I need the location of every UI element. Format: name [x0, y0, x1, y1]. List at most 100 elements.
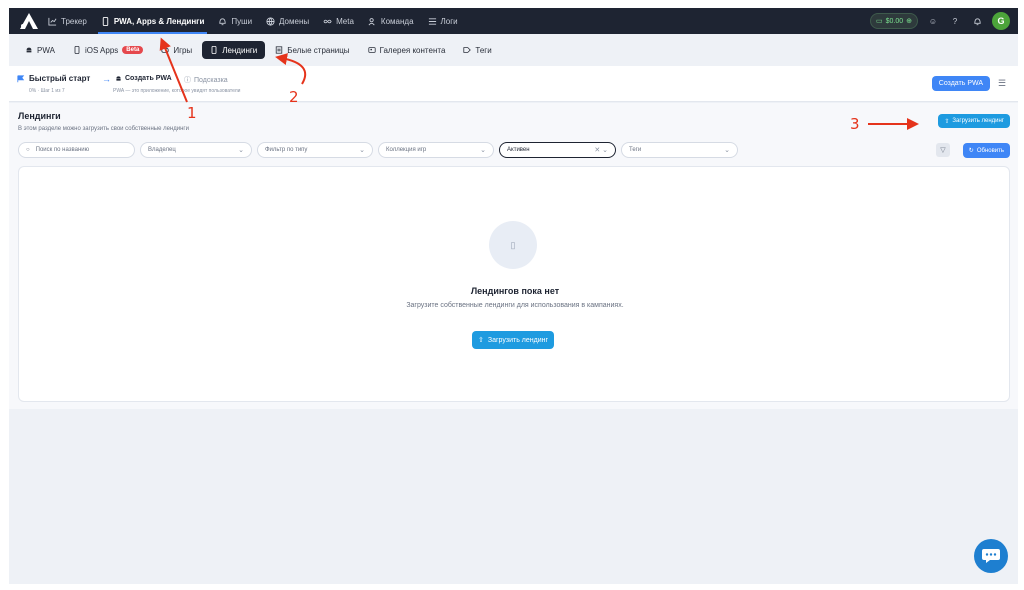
document-icon: ▯: [489, 221, 537, 269]
phone-icon: [74, 46, 80, 54]
quick-start-title[interactable]: Быстрый старт: [17, 74, 90, 83]
step-label: Создать PWA: [125, 75, 172, 82]
help-icon[interactable]: ?: [948, 14, 962, 28]
upload-label: Загрузить лендинг: [487, 336, 549, 344]
nav-item-pwa-apps-landings[interactable]: PWA, Apps & Лендинги: [94, 8, 212, 34]
status-select[interactable]: Активен ✕ ⌄: [499, 142, 616, 158]
app-logo[interactable]: [17, 11, 41, 31]
gamepad-icon: [161, 48, 169, 53]
nav-item-label: Логи: [440, 16, 458, 26]
owner-select[interactable]: Владелец ⌄: [140, 142, 252, 158]
refresh-button[interactable]: ↻ Обновить: [962, 143, 1010, 158]
landings-section: Лендинги В этом разделе можно загрузить …: [9, 103, 1018, 409]
owner-label: Владелец: [148, 147, 176, 153]
nav-item-meta[interactable]: Meta: [316, 8, 361, 34]
nav-item-label: Команда: [380, 16, 414, 26]
annotation-number-2: 2: [289, 88, 299, 106]
infinity-icon: [323, 19, 332, 23]
sub-navigation: PWA iOS Apps Beta Игры Лендинги Белые ст…: [9, 34, 1018, 66]
android-icon: [26, 47, 32, 53]
bell-icon: [219, 17, 227, 25]
notifications-icon[interactable]: [970, 14, 984, 28]
nav-item-tracker[interactable]: Трекер: [41, 8, 94, 34]
subnav-label: Игры: [173, 45, 193, 55]
tags-select[interactable]: Теги ⌄: [621, 142, 738, 158]
collection-label: Коллекция игр: [386, 147, 427, 153]
filter-icon[interactable]: ▽: [936, 143, 950, 157]
subnav-label: Лендинги: [222, 45, 258, 55]
page-icon: [276, 46, 283, 54]
gallery-icon: [367, 47, 376, 53]
subnav-item-tags[interactable]: Теги: [455, 41, 499, 59]
arrow-right-icon: →: [102, 74, 111, 84]
balance-badge[interactable]: ▭ $0.00 ⊕: [869, 13, 918, 29]
nav-item-label: Трекер: [61, 16, 87, 26]
refresh-icon: ↻: [968, 148, 974, 154]
upload-landing-button[interactable]: ⇧ Загрузить лендинг: [938, 114, 1010, 128]
page-title: Лендинги: [18, 111, 61, 121]
empty-upload-landing-button[interactable]: ⇧ Загрузить лендинг: [472, 331, 555, 349]
add-funds-icon[interactable]: ⊕: [906, 17, 912, 25]
top-navigation: Трекер PWA, Apps & Лендинги Пуши Домены …: [9, 8, 1018, 34]
status-value: Активен: [507, 147, 530, 153]
upload-icon: ⇧: [478, 337, 484, 344]
quick-start-description: PWA — это приложение, которое увидят пол…: [113, 88, 241, 94]
menu-icon[interactable]: ☰: [998, 78, 1008, 88]
subnav-item-white-pages[interactable]: Белые страницы: [267, 41, 357, 59]
subnav-item-content-gallery[interactable]: Галерея контента: [360, 41, 454, 59]
subnav-item-pwa[interactable]: PWA: [17, 41, 63, 59]
type-filter-label: Фильтр по типу: [265, 147, 308, 153]
nav-item-team[interactable]: Команда: [361, 8, 421, 34]
chat-bubble-icon: [982, 549, 1000, 563]
filters-bar: ○ Поиск по названию Владелец ⌄ Фильтр по…: [18, 142, 738, 158]
chat-support-button[interactable]: [974, 539, 1008, 573]
nav-item-label: Пуши: [231, 16, 253, 26]
nav-item-domains[interactable]: Домены: [259, 8, 316, 34]
nav-item-label: Домены: [279, 16, 310, 26]
list-icon: [428, 17, 436, 25]
quick-start-bar: Быстрый старт 0% · Шаг 1 из 7 → Создать …: [9, 66, 1018, 102]
quick-start-label: Быстрый старт: [29, 74, 91, 83]
subnav-label: iOS Apps: [84, 45, 119, 55]
chevron-down-icon: ⌄: [480, 147, 486, 154]
hint-label: Подсказка: [194, 76, 228, 84]
refresh-label: Обновить: [976, 147, 1004, 154]
subnav-item-ios-apps[interactable]: iOS Apps Beta: [65, 41, 151, 59]
game-collection-select[interactable]: Коллекция игр ⌄: [378, 142, 494, 158]
upload-label: Загрузить лендинг: [952, 118, 1004, 124]
quick-start-step[interactable]: Создать PWA: [115, 75, 172, 82]
empty-state-description: Загрузите собственные лендинги для испол…: [406, 302, 624, 309]
tags-label: Теги: [629, 147, 642, 153]
user-avatar[interactable]: G: [992, 12, 1010, 30]
wallet-icon: ▭: [875, 18, 883, 25]
bot-icon[interactable]: ☺: [926, 14, 940, 28]
chart-icon: [48, 17, 57, 26]
type-filter-select[interactable]: Фильтр по типу ⌄: [257, 142, 373, 158]
quick-start-progress: 0% · Шаг 1 из 7: [29, 88, 65, 94]
subnav-label: Белые страницы: [287, 45, 350, 55]
top-nav-right: ▭ $0.00 ⊕ ☺ ? G: [869, 12, 1010, 30]
search-input[interactable]: ○ Поиск по названию: [18, 142, 135, 158]
app-window: Трекер PWA, Apps & Лендинги Пуши Домены …: [9, 8, 1018, 584]
flag-icon: [17, 74, 25, 82]
help-circle-icon: ⓘ: [184, 77, 191, 84]
globe-icon: [266, 16, 275, 26]
annotation-number-1: 1: [187, 104, 197, 122]
search-icon: ○: [26, 147, 30, 153]
chevron-down-icon: ⌄: [359, 147, 365, 154]
team-icon: [368, 17, 375, 25]
page-description: В этом разделе можно загрузить свои собс…: [18, 126, 189, 132]
search-placeholder: Поиск по названию: [35, 147, 90, 153]
phone-icon: [102, 16, 109, 26]
nav-item-label: Meta: [336, 16, 354, 26]
clear-and-chevron-icon[interactable]: ✕ ⌄: [594, 146, 608, 154]
hint-link[interactable]: ⓘ Подсказка: [184, 75, 228, 85]
nav-item-label: PWA, Apps & Лендинги: [113, 16, 205, 26]
chevron-down-icon: ⌄: [724, 147, 730, 154]
subnav-item-landings[interactable]: Лендинги: [202, 41, 266, 59]
balance-value: $0.00: [885, 17, 904, 25]
create-pwa-button[interactable]: Создать PWA: [931, 76, 990, 91]
nav-item-push[interactable]: Пуши: [211, 8, 259, 34]
subnav-item-games[interactable]: Игры: [153, 41, 200, 59]
nav-item-logs[interactable]: Логи: [421, 8, 465, 34]
